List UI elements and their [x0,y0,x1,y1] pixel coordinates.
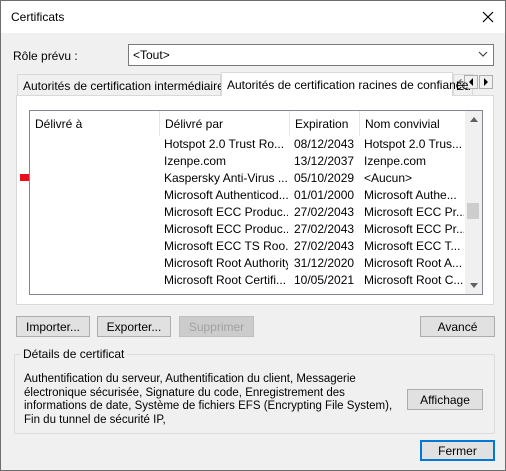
cell-expiration: 01/01/2000 [294,188,355,202]
list-rows: Hotspot 2.0 Trust ...Hotspot 2.0 Trust R… [20,136,466,289]
arrow-down-icon [469,283,478,288]
cell-friendly-name: Hotspot 2.0 Trus... [364,137,463,151]
close-button[interactable]: Fermer [420,440,495,461]
table-row[interactable]: Izenpe.comIzenpe.com13/12/2037Izenpe.com [30,153,466,170]
column-expiration[interactable]: Expiration [290,111,360,136]
cell-issued-by: Microsoft Root Authority [164,256,288,270]
tab-strip: Autorités de certification intermédiaire… [13,72,495,96]
certificate-purposes-text: Authentification du serveur, Authentific… [24,373,393,426]
cell-friendly-name: Microsoft Root C... [364,273,464,287]
cell-issued-by: Microsoft Authenticod... [164,188,288,202]
certificate-details-label: Détails de certificat [20,347,128,361]
chevron-down-icon [478,51,488,57]
scroll-up-button[interactable] [465,111,482,128]
arrow-right-icon [484,78,488,86]
remove-button[interactable]: Supprimer [179,316,254,337]
tab-trusted-root-authorities[interactable]: Autorités de certification racines de co… [221,72,468,96]
export-button[interactable]: Exporter... [97,316,171,337]
import-button[interactable]: Importer... [16,316,90,337]
cell-issued-by: Microsoft ECC TS Roo... [164,239,288,253]
column-friendly-name[interactable]: Nom convivial [360,111,466,136]
cell-expiration: 10/05/2021 [294,273,355,287]
table-row[interactable]: Microsoft Root Cert...Microsoft Root Cer… [30,272,466,289]
cell-issued-by: Microsoft Root Certifi... [164,273,287,287]
column-issued-to[interactable]: Délivré à [30,111,160,136]
list-header: Délivré à Délivré par Expiration Nom con… [30,111,466,136]
table-row[interactable]: Kaspersky Anti-Viru...Kaspersky Anti-Vir… [30,170,466,187]
tab-intermediate-authorities[interactable]: Autorités de certification intermédiaire… [17,74,230,95]
cell-issued-by: Kaspersky Anti-Virus ... [164,171,288,185]
certificates-dialog: Certificats Rôle prévu : <Tout> Autorité… [0,0,506,471]
cell-issued-by: Microsoft ECC Produc... [164,222,288,236]
tab-panel: Délivré à Délivré par Expiration Nom con… [16,95,494,305]
window-title: Certificats [11,10,65,24]
cell-friendly-name: Microsoft ECC T... [364,239,461,253]
arrow-up-icon [469,117,478,122]
intended-purpose-label: Rôle prévu : [13,49,78,63]
table-row[interactable]: Microsoft ECC TS R...Microsoft ECC TS Ro… [30,238,466,255]
cell-friendly-name: <Aucun> [364,171,413,185]
column-issued-by[interactable]: Délivré par [160,111,290,136]
view-button[interactable]: Affichage [407,389,483,410]
advanced-button[interactable]: Avancé [420,316,495,337]
table-row[interactable]: Microsoft Authentic...Microsoft Authenti… [30,187,466,204]
cell-friendly-name: Izenpe.com [364,154,427,168]
cell-expiration: 05/10/2029 [294,171,355,185]
scroll-down-button[interactable] [465,277,482,294]
cell-expiration: 27/02/2043 [294,205,355,219]
close-icon [482,11,494,23]
cell-issued-by: Microsoft ECC Produc... [164,205,288,219]
table-row[interactable]: Hotspot 2.0 Trust ...Hotspot 2.0 Trust R… [30,136,466,153]
vertical-scrollbar[interactable] [465,111,482,294]
arrow-left-icon [469,78,473,86]
cell-issued-by: Hotspot 2.0 Trust Ro... [164,137,285,151]
cell-friendly-name: Microsoft Authe... [364,188,457,202]
table-row[interactable]: Microsoft Root Aut...Microsoft Root Auth… [30,255,466,272]
cell-expiration: 08/12/2043 [294,137,355,151]
cell-friendly-name: Microsoft ECC Pr... [364,222,464,236]
title-bar: Certificats [1,1,505,33]
cell-expiration: 27/02/2043 [294,222,355,236]
scroll-thumb[interactable] [467,203,479,219]
table-row[interactable]: Microsoft ECC Prod...Microsoft ECC Produ… [30,221,466,238]
red-marker [20,174,29,181]
intended-purpose-select[interactable]: <Tout> [128,44,494,66]
cell-friendly-name: Microsoft Root A... [364,256,463,270]
tab-scroll-right-button[interactable] [479,75,493,89]
cell-expiration: 31/12/2020 [294,256,355,270]
certificate-list[interactable]: Délivré à Délivré par Expiration Nom con… [20,110,483,295]
intended-purpose-value: <Tout> [133,48,170,62]
cell-expiration: 27/02/2043 [294,239,355,253]
table-row[interactable]: Microsoft ECC Prod...Microsoft ECC Produ… [30,204,466,221]
cell-friendly-name: Microsoft ECC Pr... [364,205,464,219]
cell-expiration: 13/12/2037 [294,154,355,168]
close-window-button[interactable] [471,1,505,33]
cell-issued-by: Izenpe.com [164,154,227,168]
